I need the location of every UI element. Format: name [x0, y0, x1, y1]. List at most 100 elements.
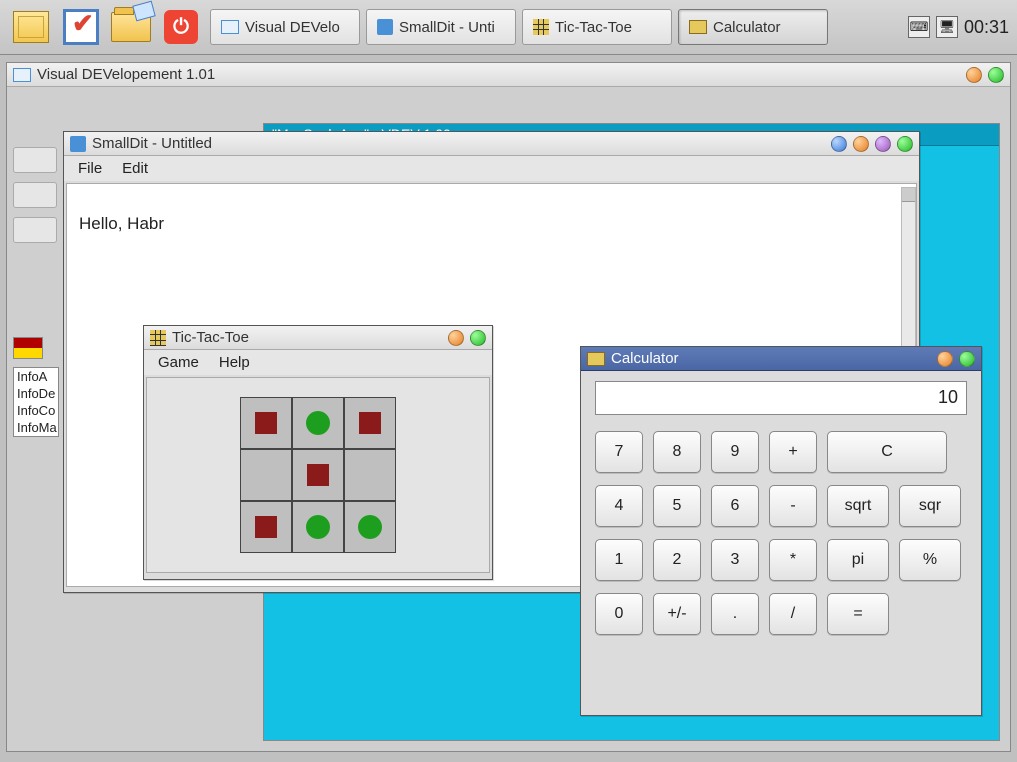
smalldit-window-icon — [70, 136, 86, 152]
menu-game[interactable]: Game — [158, 354, 199, 371]
smalldit-help-button[interactable] — [831, 136, 847, 152]
calculator-display: 10 — [595, 381, 967, 415]
tray-keyboard-icon[interactable]: ⌨ — [908, 16, 930, 38]
ttt-cell[interactable] — [240, 501, 292, 553]
calc-button-9[interactable]: 9 — [711, 431, 759, 473]
ttt-board-area — [146, 377, 490, 573]
ttt-close-button[interactable] — [470, 330, 486, 346]
vdev-title: Visual DEVelopement 1.01 — [37, 66, 960, 83]
calc-button-pi[interactable]: pi — [827, 539, 889, 581]
menu-file[interactable]: File — [78, 160, 102, 177]
vdev-tool-1[interactable] — [13, 147, 57, 173]
calc-button-7[interactable]: 7 — [595, 431, 643, 473]
tray-display-icon[interactable]: 🖥 — [936, 16, 958, 38]
smalldit-close-button[interactable] — [897, 136, 913, 152]
info-item[interactable]: InfoMa — [14, 419, 58, 436]
calc-button-sqrt[interactable]: sqrt — [827, 485, 889, 527]
ttt-cell[interactable] — [344, 397, 396, 449]
smalldit-titlebar[interactable]: SmallDit - Untitled — [64, 132, 919, 156]
info-item[interactable]: InfoDe — [14, 385, 58, 402]
calc-button-[interactable]: % — [899, 539, 961, 581]
calculator-icon — [689, 20, 707, 34]
ttt-cell[interactable] — [240, 449, 292, 501]
calc-button-c[interactable]: C — [827, 431, 947, 473]
calculator-body: 10 789+C 456-sqrtsqr 123*pi% 0+/-./= — [581, 371, 981, 657]
clock: 00:31 — [964, 17, 1009, 38]
vdev-window-icon — [13, 68, 31, 82]
ttt-x-marker — [255, 516, 277, 538]
ttt-window-icon — [150, 330, 166, 346]
scrollbar-thumb[interactable] — [902, 188, 915, 202]
calculator-close-button[interactable] — [959, 351, 975, 367]
menu-help[interactable]: Help — [219, 354, 250, 371]
ttt-icon — [533, 19, 549, 35]
vdev-titlebar[interactable]: Visual DEVelopement 1.01 — [7, 63, 1010, 87]
system-tray: ⌨ 🖥 00:31 — [908, 16, 1009, 38]
vdev-info-list[interactable]: InfoA InfoDe InfoCo InfoMa — [13, 367, 59, 437]
launcher-tasks-icon[interactable] — [58, 4, 104, 50]
task-calculator[interactable]: Calculator — [678, 9, 828, 45]
calc-button-[interactable]: + — [769, 431, 817, 473]
calc-button-1[interactable]: 1 — [595, 539, 643, 581]
calc-button-[interactable]: / — [769, 593, 817, 635]
calculator-minimize-button[interactable] — [937, 351, 953, 367]
vdev-tool-3[interactable] — [13, 217, 57, 243]
ttt-o-marker — [358, 515, 382, 539]
vdev-color-swatch[interactable] — [13, 337, 43, 359]
menu-edit[interactable]: Edit — [122, 160, 148, 177]
calc-button-3[interactable]: 3 — [711, 539, 759, 581]
calc-button-[interactable]: * — [769, 539, 817, 581]
ttt-x-marker — [307, 464, 329, 486]
ttt-x-marker — [359, 412, 381, 434]
info-item[interactable]: InfoCo — [14, 402, 58, 419]
vdev-close-button[interactable] — [988, 67, 1004, 83]
ttt-o-marker — [306, 515, 330, 539]
ttt-cell[interactable] — [344, 449, 396, 501]
task-vdev[interactable]: Visual DEVelo — [210, 9, 360, 45]
task-smalldit-label: SmallDit - Unti — [399, 19, 495, 36]
task-vdev-label: Visual DEVelo — [245, 19, 340, 36]
calc-button-sqr[interactable]: sqr — [899, 485, 961, 527]
task-smalldit[interactable]: SmallDit - Unti — [366, 9, 516, 45]
calc-button-0[interactable]: 0 — [595, 593, 643, 635]
ttt-cell[interactable] — [292, 397, 344, 449]
launcher-power-icon[interactable] — [158, 4, 204, 50]
vdev-tool-2[interactable] — [13, 182, 57, 208]
calc-button-[interactable]: . — [711, 593, 759, 635]
calculator-window: Calculator 10 789+C 456-sqrtsqr 123*pi% 0+/… — [580, 346, 982, 716]
ttt-minimize-button[interactable] — [448, 330, 464, 346]
taskbar: Visual DEVelo SmallDit - Unti Tic-Tac-To… — [0, 0, 1017, 55]
ttt-titlebar[interactable]: Tic-Tac-Toe — [144, 326, 492, 350]
smalldit-maximize-button[interactable] — [875, 136, 891, 152]
calc-button-6[interactable]: 6 — [711, 485, 759, 527]
calc-button-2[interactable]: 2 — [653, 539, 701, 581]
smalldit-text: Hello, Habr — [79, 214, 164, 233]
info-item[interactable]: InfoA — [14, 368, 58, 385]
launcher-files-icon[interactable] — [108, 4, 154, 50]
task-ttt-label: Tic-Tac-Toe — [555, 19, 632, 36]
ttt-cell[interactable] — [292, 501, 344, 553]
ttt-grid — [240, 397, 396, 553]
calculator-titlebar[interactable]: Calculator — [581, 347, 981, 371]
vdev-icon — [221, 20, 239, 34]
ttt-x-marker — [255, 412, 277, 434]
ttt-title: Tic-Tac-Toe — [172, 329, 442, 346]
ttt-cell[interactable] — [344, 501, 396, 553]
smalldit-menubar: File Edit — [64, 156, 919, 181]
calc-button-8[interactable]: 8 — [653, 431, 701, 473]
task-ttt[interactable]: Tic-Tac-Toe — [522, 9, 672, 45]
calc-button-4[interactable]: 4 — [595, 485, 643, 527]
calculator-window-icon — [587, 352, 605, 366]
smalldit-title: SmallDit - Untitled — [92, 135, 825, 152]
ttt-cell[interactable] — [292, 449, 344, 501]
calc-button-[interactable]: +/- — [653, 593, 701, 635]
vdev-minimize-button[interactable] — [966, 67, 982, 83]
calc-button-[interactable]: = — [827, 593, 889, 635]
ttt-o-marker — [306, 411, 330, 435]
launcher-notebook-icon[interactable] — [8, 4, 54, 50]
calc-button-[interactable]: - — [769, 485, 817, 527]
calc-button-5[interactable]: 5 — [653, 485, 701, 527]
smalldit-minimize-button[interactable] — [853, 136, 869, 152]
ttt-cell[interactable] — [240, 397, 292, 449]
ttt-menubar: Game Help — [144, 350, 492, 375]
